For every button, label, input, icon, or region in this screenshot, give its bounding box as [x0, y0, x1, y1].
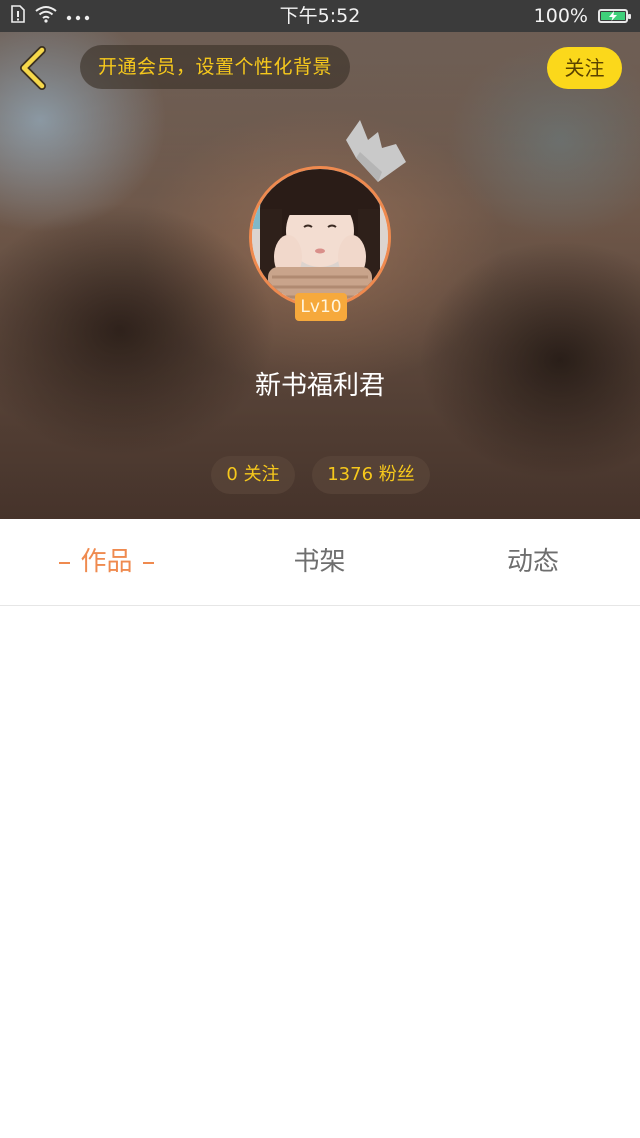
tab-bookshelf[interactable]: 书架	[213, 519, 426, 606]
fans-count[interactable]: 1376 粉丝	[312, 456, 430, 494]
user-profile-screen: 下午5:52 100% 开通会员，设置个性化背景 关注 Lv10 新书福利君 0…	[0, 0, 640, 1138]
profile-tabs: 作品 书架 动态	[0, 519, 640, 606]
vip-background-prompt[interactable]: 开通会员，设置个性化背景	[80, 45, 350, 89]
tab-bookshelf-label: 书架	[293, 547, 346, 577]
tab-activity[interactable]: 动态	[426, 519, 640, 606]
tab-active-dash-left	[59, 561, 71, 564]
following-count[interactable]: 0 关注	[211, 456, 295, 494]
tab-works-label: 作品	[80, 547, 133, 577]
status-bar: 下午5:52 100%	[0, 0, 640, 32]
crown-icon	[338, 118, 410, 184]
avatar[interactable]	[249, 166, 391, 308]
tab-active-dash-right	[142, 561, 154, 564]
back-button[interactable]	[14, 44, 58, 92]
tab-activity-label: 动态	[506, 547, 559, 577]
battery-charging-icon	[598, 9, 631, 23]
tab-works[interactable]: 作品	[0, 519, 213, 606]
level-badge: Lv10	[295, 293, 347, 321]
battery-percent: 100%	[533, 5, 588, 27]
status-bar-right: 100%	[533, 4, 631, 28]
follow-button[interactable]: 关注	[547, 47, 622, 89]
username: 新书福利君	[254, 371, 385, 401]
avatar-image	[252, 169, 388, 305]
tab-content-area	[0, 606, 640, 1138]
chevron-left-icon	[20, 46, 46, 90]
